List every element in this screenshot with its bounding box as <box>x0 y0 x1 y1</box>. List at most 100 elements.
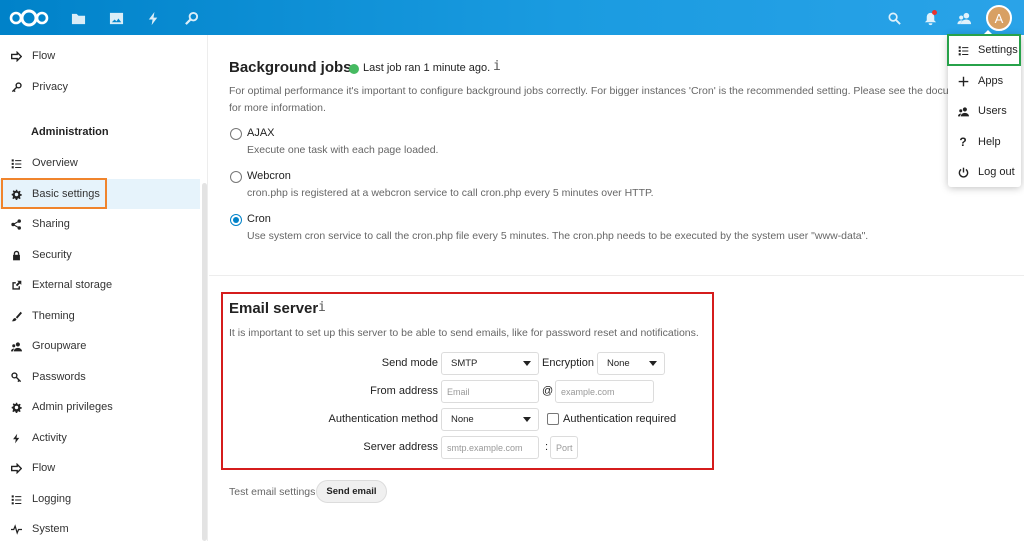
sidebar-item-security[interactable]: Security <box>0 240 200 270</box>
background-jobs-title: Background jobs <box>229 59 352 76</box>
auth-required-label: Authentication required <box>563 413 677 425</box>
administration-heading: Administration <box>31 126 109 138</box>
menu-item-help[interactable]: ? Help <box>948 127 1021 157</box>
sidebar-item-flow-2[interactable]: Flow <box>0 453 200 483</box>
photos-icon[interactable] <box>106 8 126 28</box>
last-job-status: Last job ran 1 minute ago. <box>363 62 491 74</box>
port-input[interactable] <box>550 436 578 459</box>
power-icon <box>957 166 969 178</box>
info-icon[interactable]: i <box>318 300 326 315</box>
sidebar-item-label: Theming <box>32 310 75 322</box>
notifications-icon[interactable] <box>920 8 940 28</box>
help-icon: ? <box>959 135 967 149</box>
background-jobs-description-2: for more information. <box>229 102 326 114</box>
key-icon <box>9 370 23 384</box>
nextcloud-logo[interactable] <box>8 8 50 28</box>
radio-cron-desc: Use system cron service to call the cron… <box>247 230 869 242</box>
lock-icon <box>9 248 23 262</box>
sidebar-item-logging[interactable]: Logging <box>0 484 200 514</box>
menu-item-label: Log out <box>978 166 1015 178</box>
list-icon <box>9 156 23 170</box>
sidebar-item-label: Security <box>32 249 72 261</box>
key-icon <box>9 80 23 94</box>
sidebar-item-passwords[interactable]: Passwords <box>0 362 200 392</box>
files-icon[interactable] <box>68 8 88 28</box>
group-icon <box>9 339 23 353</box>
sidebar-item-flow[interactable]: Flow <box>0 41 200 71</box>
search-icon[interactable] <box>884 8 904 28</box>
sidebar-item-system[interactable]: System <box>0 514 200 544</box>
radio-ajax[interactable] <box>230 128 242 140</box>
test-email-label: Test email settings <box>229 486 316 498</box>
radio-ajax-desc: Execute one task with each page loaded. <box>247 144 439 156</box>
menu-item-label: Users <box>978 105 1007 117</box>
radio-cron[interactable] <box>230 214 242 226</box>
flow-icon <box>9 49 23 63</box>
sidebar-item-privacy[interactable]: Privacy <box>0 72 200 102</box>
send-mode-select[interactable]: SMTP <box>441 352 539 375</box>
menu-item-users[interactable]: Users <box>948 96 1021 126</box>
domain-input[interactable] <box>555 380 654 403</box>
sidebar-item-label: System <box>32 523 69 535</box>
server-address-label: Server address <box>363 441 438 453</box>
encryption-label: Encryption <box>542 357 594 369</box>
info-icon[interactable]: i <box>493 59 501 74</box>
server-address-input[interactable] <box>441 436 539 459</box>
sidebar-item-label: Groupware <box>32 340 87 352</box>
from-address-label: From address <box>370 385 438 397</box>
contacts-icon[interactable] <box>954 8 974 28</box>
auth-method-label: Authentication method <box>328 413 438 425</box>
sidebar-item-label: Passwords <box>32 371 86 383</box>
gear-icon <box>9 400 23 414</box>
sidebar-item-label: Overview <box>32 157 78 169</box>
sidebar-item-groupware[interactable]: Groupware <box>0 331 200 361</box>
at-sign: @ <box>542 385 554 397</box>
sidebar-item-label: Flow <box>32 462 56 474</box>
encryption-select[interactable]: None <box>597 352 665 375</box>
send-mode-label: Send mode <box>381 357 438 369</box>
auth-method-select[interactable]: None <box>441 408 539 431</box>
radio-ajax-label: AJAX <box>247 127 275 139</box>
from-address-input[interactable] <box>441 380 539 403</box>
sidebar-item-label: Logging <box>32 493 72 505</box>
radio-webcron-desc: cron.php is registered at a webcron serv… <box>247 187 654 199</box>
menu-item-label: Help <box>978 136 1001 148</box>
sidebar-item-activity[interactable]: Activity <box>0 423 200 453</box>
activity-icon[interactable] <box>143 8 163 28</box>
radio-webcron[interactable] <box>230 171 242 183</box>
sidebar-item-label: Admin privileges <box>32 401 113 413</box>
flow-icon <box>9 461 23 475</box>
pulse-icon <box>9 522 23 536</box>
sidebar-item-label: Privacy <box>32 81 69 93</box>
sidebar-item-external-storage[interactable]: External storage <box>0 270 200 300</box>
auth-required-checkbox[interactable] <box>547 413 559 425</box>
sidebar-scrollbar[interactable] <box>202 183 207 541</box>
menu-item-log-out[interactable]: Log out <box>948 157 1021 187</box>
search-admin-icon[interactable] <box>181 8 201 28</box>
sidebar-item-sharing[interactable]: Sharing <box>0 209 200 239</box>
notification-badge <box>932 10 937 15</box>
admin-sidebar: Flow Privacy Administration Overview Bas… <box>0 35 208 541</box>
background-jobs-description: For optimal performance it's important t… <box>229 85 958 97</box>
highlight-basic-settings <box>1 178 107 209</box>
sidebar-item-label: External storage <box>32 279 113 291</box>
menu-item-apps[interactable]: Apps <box>948 66 1021 96</box>
main-content: Background jobs Last job ran 1 minute ag… <box>209 35 1024 541</box>
sidebar-item-admin-privileges[interactable]: Admin privileges <box>0 392 200 422</box>
brush-icon <box>9 309 23 323</box>
sidebar-item-label: Activity <box>32 432 67 444</box>
sidebar-item-theming[interactable]: Theming <box>0 301 200 331</box>
email-server-title: Email server <box>229 300 319 317</box>
menu-item-label: Apps <box>978 75 1004 87</box>
email-server-description: It is important to set up this server to… <box>229 327 699 339</box>
user-avatar[interactable]: A <box>986 5 1012 31</box>
share-icon <box>9 217 23 231</box>
send-email-button[interactable]: Send email <box>316 480 387 503</box>
users-icon <box>957 105 969 117</box>
highlight-settings-menu-item <box>947 34 1021 66</box>
port-colon: : <box>545 441 549 453</box>
sidebar-item-overview[interactable]: Overview <box>0 148 200 178</box>
radio-webcron-label: Webcron <box>247 170 291 182</box>
radio-cron-label: Cron <box>247 213 271 225</box>
external-icon <box>9 278 23 292</box>
